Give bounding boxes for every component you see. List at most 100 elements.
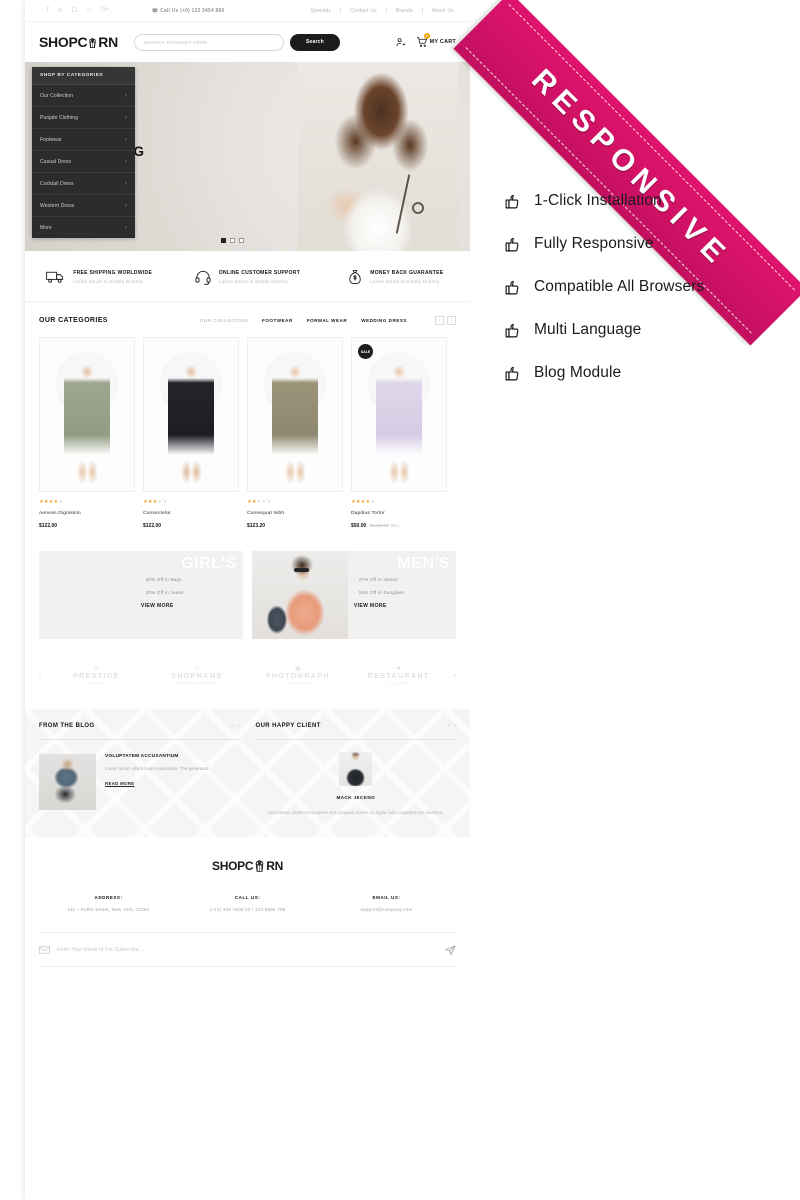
- client-prev-icon[interactable]: ‹: [447, 723, 449, 729]
- category-item-our-collection[interactable]: Our Collection ›: [32, 85, 135, 107]
- product-card[interactable]: SALE ★★★★★ Dapibus Tortor $50.00 $1,202.0…: [351, 337, 447, 529]
- promo-item: › 30% Off in Bags: [141, 577, 243, 582]
- product-image[interactable]: [39, 337, 135, 492]
- hero-dot-3[interactable]: [239, 238, 244, 243]
- product-card[interactable]: ★★★★★ Consequat Nibh $123.20: [247, 337, 343, 529]
- product-name[interactable]: Dapibus Tortor: [351, 511, 447, 516]
- product-name[interactable]: Aenean Dignissim: [39, 511, 135, 516]
- instagram-icon[interactable]: ☐: [72, 7, 78, 14]
- chevron-right-icon: ›: [124, 202, 127, 209]
- blog-post-title[interactable]: VOLUPTATEM ACCUSANTIUM: [105, 754, 208, 759]
- brand-name: PHOTOGRAPH: [265, 673, 330, 680]
- send-icon[interactable]: [445, 945, 456, 956]
- newsletter-email-input[interactable]: Enter Your Email Id For Subscribe ...: [57, 947, 438, 953]
- site-logo[interactable]: SHOPC RN: [39, 34, 118, 50]
- tab-our-collection[interactable]: OUR COLLECTION: [200, 318, 248, 323]
- account-icon[interactable]: [395, 37, 406, 48]
- tab-formal-wear[interactable]: FORMAL WEAR: [307, 318, 347, 323]
- topnav-item-brands[interactable]: Brands: [387, 7, 423, 14]
- brands-carousel: ‹ ◎ PRESTIGE boutique ☉ SHOPNAME ESTABLI…: [25, 639, 470, 709]
- category-item-punjabi-clothing[interactable]: Punjabi Clothing ›: [32, 107, 135, 129]
- category-item-casual-dress[interactable]: Casual Dress ›: [32, 151, 135, 173]
- product-image[interactable]: SALE: [351, 337, 447, 492]
- category-item-footwear[interactable]: Footwear ›: [32, 129, 135, 151]
- brand-logo-prestige[interactable]: ◎ PRESTIGE boutique: [47, 665, 146, 685]
- carousel-prev-icon[interactable]: ‹: [435, 316, 444, 325]
- carousel-next-icon[interactable]: ›: [447, 316, 456, 325]
- chevron-right-icon: ›: [353, 577, 356, 582]
- category-label: Western Dress: [40, 202, 75, 209]
- product-image[interactable]: [247, 337, 343, 492]
- chevron-right-icon: ›: [140, 577, 143, 582]
- blog-read-more-link[interactable]: READ MORE: [105, 781, 208, 786]
- price-current: $123.20: [247, 523, 266, 529]
- footer-column-title: CALL US:: [234, 894, 261, 900]
- price-current: $122.00: [39, 523, 58, 529]
- topbar-nav[interactable]: Specials Contact Us Brands About Us: [302, 7, 458, 14]
- brand-logo-shopname[interactable]: ☉ SHOPNAME ESTABLISHED 1987: [148, 665, 247, 685]
- footer-column-value[interactable]: support@company.com: [317, 907, 456, 912]
- site-footer: SHOPC RN ADDRESS: 111 – Puffin Street, N…: [25, 836, 470, 912]
- product-card[interactable]: ★★★★★ Aenean Dignissim $122.00: [39, 337, 135, 529]
- product-name[interactable]: Consequat Nibh: [247, 511, 343, 516]
- hero-dot-2[interactable]: [230, 238, 235, 243]
- product-price: $122.00: [143, 523, 239, 529]
- brand-logo-restaurant[interactable]: ♣ RESTAURANT since 1990: [349, 666, 448, 685]
- category-carousel-arrows[interactable]: ‹ ›: [435, 316, 456, 325]
- blog-post[interactable]: VOLUPTATEM ACCUSANTIUM Lorem Ipsum which…: [39, 754, 240, 810]
- social-links[interactable]: f 𝕏 ☐ ☉ G+: [47, 7, 110, 14]
- category-item-western-dress[interactable]: Western Dress ›: [32, 195, 135, 217]
- product-image[interactable]: [143, 337, 239, 492]
- client-arrows[interactable]: ‹ ›: [447, 723, 456, 729]
- blog-prev-icon[interactable]: ‹: [231, 723, 233, 729]
- promo-banner-girls[interactable]: GIRL'S › 30% Off in Bags › 20% Off in Jean…: [39, 551, 243, 639]
- category-item-cocktail-dress[interactable]: Cocktail Dress ›: [32, 173, 135, 195]
- topnav-item-specials[interactable]: Specials: [302, 7, 342, 14]
- brands-prev-icon[interactable]: ‹: [35, 672, 45, 679]
- search-input[interactable]: SEARCH PRODUCT HERE...: [133, 33, 284, 51]
- google-plus-icon[interactable]: G+: [101, 7, 110, 14]
- feature-label: Blog Module: [534, 364, 622, 381]
- topnav-item-contact-us[interactable]: Contact Us: [341, 7, 387, 14]
- brand-subtitle: studio design: [284, 681, 312, 685]
- category-item-more[interactable]: More ›: [32, 217, 135, 238]
- footer-logo-left: SHOPC: [212, 858, 254, 873]
- topbar-phone: ☎ Call Us (+0) 122 3454 890: [152, 8, 225, 14]
- topnav-item-about-us[interactable]: About Us: [423, 8, 458, 14]
- promo-view-more-button[interactable]: VIEW MORE: [354, 603, 456, 609]
- categories-menu-title: SHOP BY CATEGORIES: [32, 67, 135, 85]
- service-online-support: ONLINE CUSTOMER SUPPORT Lorem Ipsum Is S…: [173, 269, 321, 285]
- hero-dot-1[interactable]: [221, 238, 226, 243]
- brand-logo-photograph[interactable]: ▣ PHOTOGRAPH studio design: [249, 665, 348, 685]
- chevron-right-icon: ›: [124, 180, 127, 187]
- thumbs-up-icon: [504, 193, 521, 210]
- category-tabs[interactable]: OUR COLLECTION FOOTWEAR FORMAL WEAR WEDD…: [200, 316, 456, 325]
- blog-next-icon[interactable]: ›: [238, 723, 240, 729]
- blog-thumbnail: [39, 754, 96, 810]
- tab-footwear[interactable]: FOOTWEAR: [262, 318, 293, 323]
- product-name[interactable]: Consectetur: [143, 511, 239, 516]
- tab-wedding-dress[interactable]: WEDDING DRESS: [361, 318, 407, 323]
- facebook-icon[interactable]: f: [47, 7, 49, 14]
- search-button[interactable]: Search: [289, 33, 340, 51]
- twitter-icon[interactable]: 𝕏: [58, 7, 63, 14]
- footer-logo[interactable]: SHOPC RN: [39, 859, 456, 873]
- promo-item-label: 15% Off in Sunglass: [358, 590, 404, 595]
- cart-area[interactable]: 0 MY CART: [416, 33, 456, 48]
- brands-next-icon[interactable]: ›: [450, 672, 460, 679]
- blog-arrows[interactable]: ‹ ›: [231, 723, 240, 729]
- hero-bag-decoration: [412, 202, 424, 214]
- promo-banner-mens[interactable]: MEN'S › 27% Off in Jacket › 15% Off in Sun…: [252, 551, 456, 639]
- product-card[interactable]: ★★★★★ Consectetur $122.00: [143, 337, 239, 529]
- blog-header: FROM THE BLOG ‹ ›: [39, 723, 240, 740]
- product-model-photo: [272, 363, 318, 487]
- promo-view-more-button[interactable]: VIEW MORE: [141, 603, 243, 609]
- promo-item: › 27% Off in Jacket: [354, 577, 456, 582]
- promo-body: MEN'S › 27% Off in Jacket › 15% Off in Sun…: [348, 551, 456, 639]
- hero-slider-dots[interactable]: [221, 238, 244, 243]
- client-testimonial: MACK JECKNO exercitation ullamco Excepte…: [256, 752, 457, 817]
- client-next-icon[interactable]: ›: [454, 723, 456, 729]
- blog-client-band: FROM THE BLOG ‹ › VOLUPTATEM ACCUSANTIUM…: [25, 709, 470, 837]
- category-label: Footwear: [40, 136, 62, 143]
- pinterest-icon[interactable]: ☉: [87, 7, 93, 14]
